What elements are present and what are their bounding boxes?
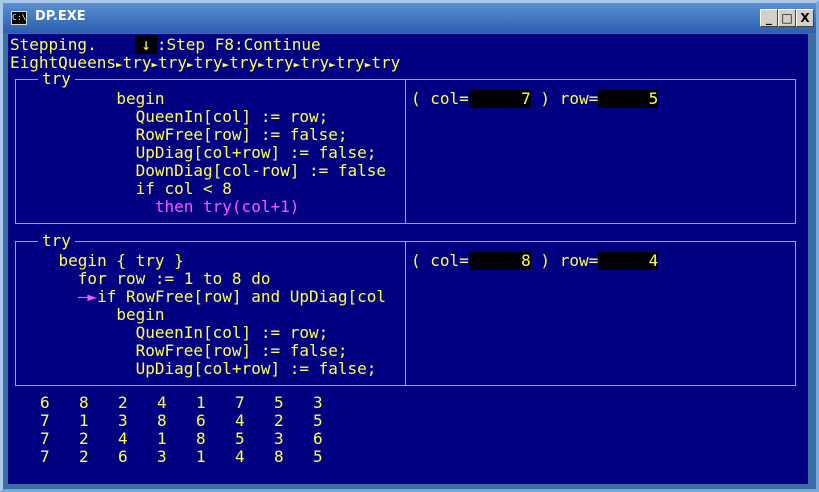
solution-cell: 5	[313, 447, 323, 466]
close-button[interactable]: X	[796, 9, 814, 27]
solution-cell: 8	[274, 447, 284, 466]
console-app-icon[interactable]: C:\	[11, 11, 27, 25]
solution-cell: 4	[235, 411, 245, 430]
row-label: ) row=	[530, 251, 599, 270]
source-code-view: begin { try } for row := 1 to 8 do –►if …	[20, 251, 387, 378]
solution-cell: 4	[118, 429, 128, 448]
callstack-item[interactable]: try	[336, 53, 365, 72]
continue-label: F8:Continue	[214, 35, 321, 54]
solution-cell: 5	[313, 411, 323, 430]
row-value: 5	[598, 90, 659, 108]
callstack-item[interactable]: try	[371, 53, 400, 72]
status-line: Stepping. ↓:Step F8:Continue	[10, 35, 321, 54]
callstack-arrow-icon: ►	[187, 58, 194, 71]
frame-panel-upper: try begin QueenIn[col] := row; RowFree[r…	[15, 70, 796, 224]
minimize-button[interactable]: _	[760, 9, 778, 27]
solution-cell: 3	[157, 447, 167, 466]
code-line: begin { try }	[20, 251, 184, 270]
callstack-item[interactable]: try	[300, 53, 329, 72]
solution-cell: 7	[235, 393, 245, 412]
code-line: –►if RowFree[row] and UpDiag[col	[77, 287, 387, 306]
status-prefix: Stepping.	[10, 35, 107, 54]
source-code-view: begin QueenIn[col] := row; RowFree[row] …	[20, 90, 386, 216]
variables-view: ( col= 7 ) row= 5	[411, 89, 659, 108]
app-window: C:\ DP.EXE _ □ X Stepping. ↓:Step F8:Con…	[0, 0, 819, 492]
current-line-arrow-icon: –►	[77, 287, 98, 306]
solution-cell: 6	[40, 393, 50, 412]
step-label: :Step	[156, 35, 206, 54]
solution-cell: 3	[118, 411, 128, 430]
code-line: if col < 8	[20, 179, 232, 198]
callstack-item[interactable]: try	[123, 53, 152, 72]
code-line: begin	[20, 305, 165, 324]
solution-cell: 1	[196, 447, 206, 466]
solution-cell: 8	[196, 429, 206, 448]
solution-row: 7 2 6 3 1 4 8 5	[40, 448, 352, 466]
callstack-item[interactable]: try	[265, 53, 294, 72]
code-line: QueenIn[col] := row;	[20, 323, 329, 342]
callstack-arrow-icon: ►	[329, 58, 336, 71]
solution-cell: 4	[235, 447, 245, 466]
solution-cell: 6	[118, 447, 128, 466]
code-line: RowFree[row] := false;	[20, 125, 348, 144]
col-value: 8	[468, 252, 531, 270]
panel-divider	[405, 80, 406, 223]
col-label: ( col=	[411, 251, 469, 270]
variables-view: ( col= 8 ) row= 4	[411, 251, 659, 270]
row-value: 4	[598, 252, 659, 270]
step-key-icon: ↓	[135, 35, 157, 54]
frame-panel-lower: try begin { try } for row := 1 to 8 do –…	[15, 232, 796, 386]
code-line: for row := 1 to 8 do	[20, 269, 271, 288]
solution-cell: 2	[274, 411, 284, 430]
solution-cell: 7	[40, 447, 50, 466]
maximize-button[interactable]: □	[778, 9, 796, 27]
solution-cell: 2	[79, 447, 89, 466]
solution-cell: 5	[235, 429, 245, 448]
col-label: ( col=	[411, 89, 469, 108]
row-label: ) row=	[530, 89, 599, 108]
solution-cell: 4	[157, 393, 167, 412]
solution-cell: 3	[313, 393, 323, 412]
callstack-item[interactable]: try	[194, 53, 223, 72]
panel-title: try	[38, 232, 75, 250]
code-line: RowFree[row] := false;	[20, 341, 348, 360]
solution-cell: 5	[274, 393, 284, 412]
solution-cell: 2	[79, 429, 89, 448]
solution-cell: 7	[40, 411, 50, 430]
solutions-output: 68241753713864257241853672631485	[40, 394, 352, 466]
code-line: begin	[20, 89, 165, 108]
code-line: then try(col+1)	[20, 197, 300, 216]
panel-divider	[405, 242, 406, 385]
solution-cell: 8	[79, 393, 89, 412]
solution-row: 6 8 2 4 1 7 5 3	[40, 394, 352, 412]
callstack-item[interactable]: try	[229, 53, 258, 72]
code-line: QueenIn[col] := row;	[20, 107, 329, 126]
solution-cell: 6	[313, 429, 323, 448]
code-line: UpDiag[col+row] := false;	[20, 143, 377, 162]
solution-cell: 1	[79, 411, 89, 430]
solution-cell: 2	[118, 393, 128, 412]
code-line: UpDiag[col+row] := false;	[20, 359, 377, 378]
console-area[interactable]: Stepping. ↓:Step F8:Continue EightQueens…	[8, 34, 808, 484]
solution-row: 7 2 4 1 8 5 3 6	[40, 430, 352, 448]
solution-cell: 1	[157, 429, 167, 448]
solution-cell: 1	[196, 393, 206, 412]
panel-title: try	[38, 70, 75, 88]
window-title: DP.EXE	[35, 9, 86, 24]
col-value: 7	[468, 90, 531, 108]
solution-cell: 8	[157, 411, 167, 430]
solution-cell: 3	[274, 429, 284, 448]
title-bar[interactable]: C:\ DP.EXE _ □ X	[3, 3, 816, 33]
callstack-arrow-icon: ►	[115, 58, 123, 71]
callstack-arrow-icon: ►	[258, 58, 265, 71]
callstack-item[interactable]: try	[158, 53, 187, 72]
solution-cell: 6	[196, 411, 206, 430]
code-line: DownDiag[col-row] := false	[20, 161, 387, 180]
solution-row: 7 1 3 8 6 4 2 5	[40, 412, 352, 430]
solution-cell: 7	[40, 429, 50, 448]
